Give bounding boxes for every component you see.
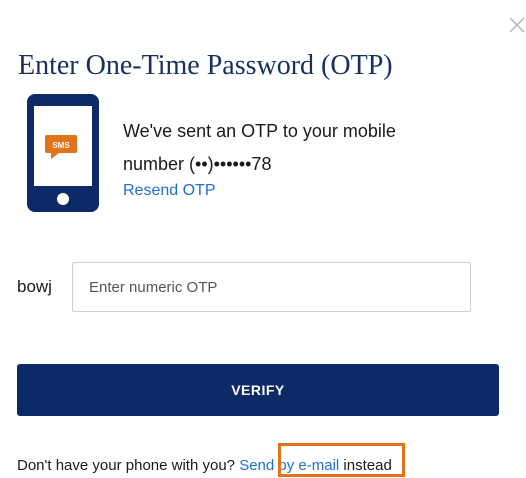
masked-phone-number: number (••)••••••78 (123, 154, 272, 174)
alternate-delivery-text: Don't have your phone with you? Send by … (17, 456, 392, 476)
verify-button[interactable]: VERIFY (17, 364, 499, 416)
dialog-title: Enter One-Time Password (OTP) (18, 50, 393, 81)
send-by-email-link[interactable]: Send by e-mail (239, 457, 339, 474)
sms-badge-label: SMS (52, 141, 70, 150)
otp-sent-message: We've sent an OTP to your mobile number … (123, 115, 396, 181)
close-icon[interactable] (508, 16, 526, 34)
otp-input[interactable] (72, 262, 471, 312)
phone-sms-icon: SMS (27, 94, 99, 212)
otp-field-label: bowj (17, 277, 52, 296)
otp-sent-line-1: We've sent an OTP to your mobile (123, 121, 396, 141)
resend-otp-link[interactable]: Resend OTP (123, 181, 215, 201)
footer-prefix: Don't have your phone with you? (17, 457, 240, 474)
footer-suffix: instead (339, 457, 392, 474)
